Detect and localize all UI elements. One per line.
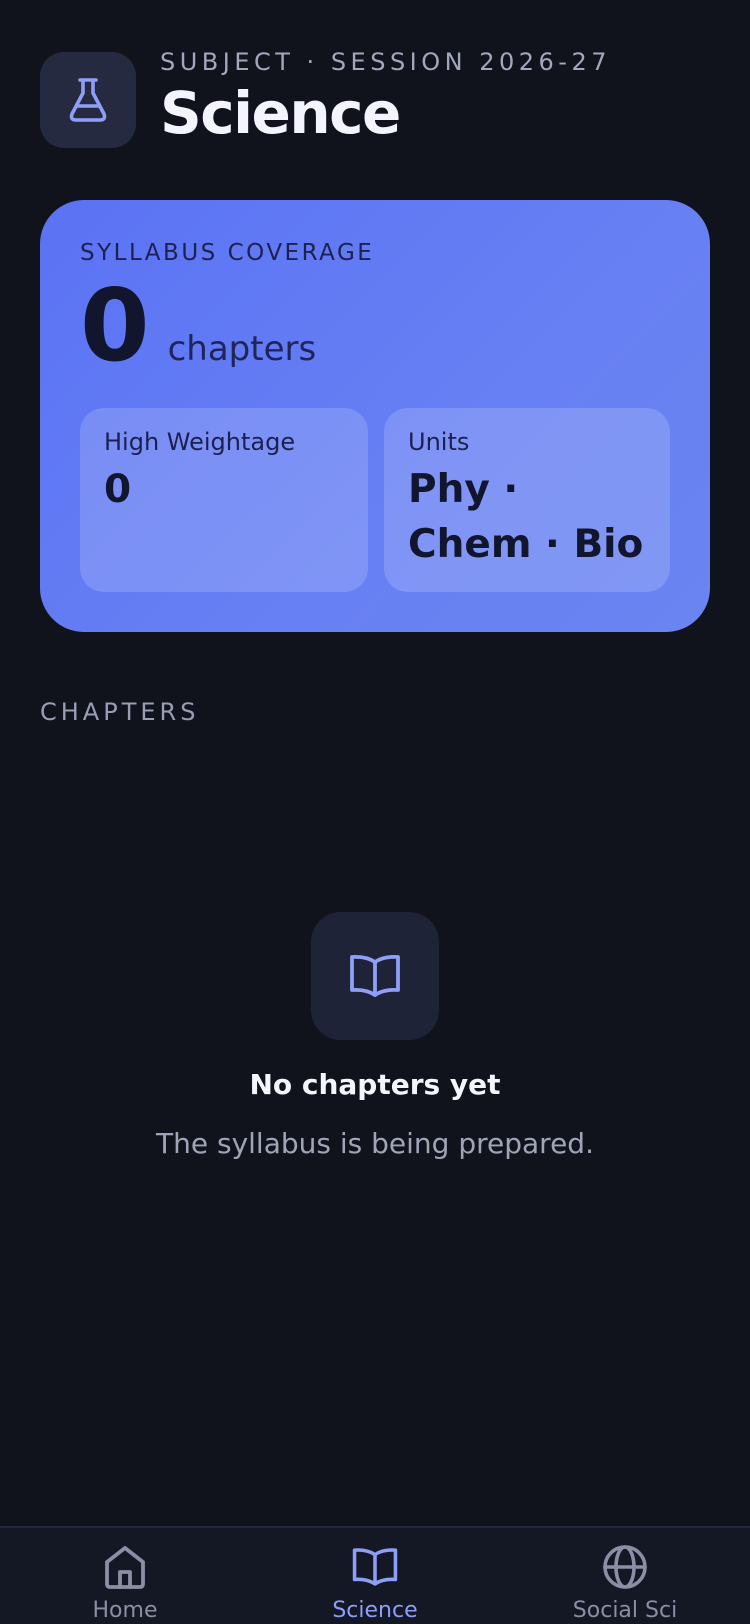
coverage-count-row: 0 chapters <box>80 276 670 376</box>
empty-state: No chapters yet The syllabus is being pr… <box>0 912 750 1160</box>
nav-label: Science <box>332 1598 418 1623</box>
syllabus-coverage-card: SYLLABUS COVERAGE 0 chapters High Weight… <box>40 200 710 632</box>
nav-label: Home <box>92 1598 158 1623</box>
bottom-nav: Home Science Social Sci <box>0 1526 750 1624</box>
page-title: Science <box>160 79 401 148</box>
tile-value: Phy · Chem · Bio <box>408 467 644 568</box>
tile-label: Units <box>408 428 470 456</box>
nav-label: Social Sci <box>572 1598 678 1623</box>
high-weightage-tile: High Weightage 0 <box>80 408 368 592</box>
tile-label: High Weightage <box>104 428 296 456</box>
nav-item-social-sci[interactable]: Social Sci <box>500 1528 750 1624</box>
coverage-tiles: High Weightage 0 Units Phy · Chem · Bio <box>80 408 670 592</box>
globe-icon <box>602 1544 648 1590</box>
coverage-label: SYLLABUS COVERAGE <box>80 240 375 266</box>
home-icon <box>103 1544 147 1590</box>
book-icon <box>351 1544 399 1590</box>
units-tile: Units Phy · Chem · Bio <box>384 408 670 592</box>
empty-title: No chapters yet <box>249 1068 501 1101</box>
empty-subtitle: The syllabus is being prepared. <box>156 1127 594 1160</box>
flask-icon <box>40 52 136 148</box>
page-header: SUBJECT · SESSION 2026-27 Science <box>40 48 611 148</box>
open-book-icon <box>311 912 439 1040</box>
nav-item-home[interactable]: Home <box>0 1528 250 1624</box>
coverage-unit: chapters <box>167 329 317 369</box>
session-eyebrow: SUBJECT · SESSION 2026-27 <box>160 48 612 77</box>
header-text: SUBJECT · SESSION 2026-27 Science <box>160 48 611 146</box>
coverage-count: 0 <box>80 267 150 384</box>
chapters-section-label: CHAPTERS <box>40 698 200 726</box>
subject-page: SUBJECT · SESSION 2026-27 Science SYLLAB… <box>0 0 750 1624</box>
nav-item-science[interactable]: Science <box>250 1528 500 1624</box>
tile-value: 0 <box>104 467 132 512</box>
